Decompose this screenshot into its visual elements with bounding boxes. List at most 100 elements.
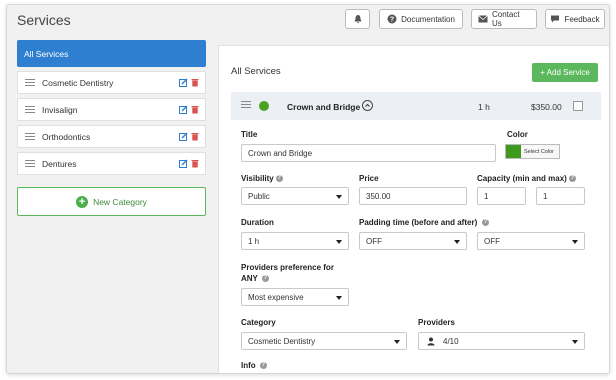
capacity-min-input[interactable]: 1 — [477, 187, 526, 205]
user-icon — [427, 337, 435, 346]
caret-down-icon — [572, 240, 578, 244]
drag-handle-icon[interactable] — [25, 106, 35, 113]
providers-select-value: 4/10 — [443, 336, 459, 346]
help-icon[interactable]: ? — [482, 219, 490, 227]
documentation-button[interactable]: ? Documentation — [379, 9, 463, 29]
service-checkbox[interactable] — [573, 101, 583, 111]
sidebar-item-dentures[interactable]: Dentures — [17, 152, 206, 175]
info-label: Info? — [241, 361, 267, 370]
help-icon[interactable]: ? — [259, 362, 267, 370]
sidebar-item-invisalign[interactable]: Invisalign — [17, 98, 206, 121]
caret-down-icon — [394, 340, 400, 344]
select-color-button[interactable]: Select Color — [505, 144, 560, 159]
visibility-select[interactable]: Public — [241, 187, 349, 205]
edit-icon[interactable] — [179, 78, 188, 89]
sidebar-item-label: All Services — [24, 48, 69, 59]
padding-time-label: Padding time (before and after)? — [359, 218, 490, 227]
category-select-value: Cosmetic Dentistry — [248, 336, 316, 346]
new-category-button[interactable]: + New Category — [17, 187, 206, 216]
caret-down-icon — [336, 240, 342, 244]
add-service-button[interactable]: + Add Service — [532, 63, 598, 82]
providers-preference-select[interactable]: Most expensive — [241, 288, 349, 306]
app-window: Services ? Documentation Contact Us Feed… — [6, 4, 610, 374]
help-icon[interactable]: ? — [275, 175, 283, 183]
add-service-label: + Add Service — [540, 68, 590, 77]
providers-label: Providers — [418, 318, 455, 327]
providers-select[interactable]: 4/10 — [418, 332, 585, 350]
services-panel: All Services + Add Service Crown and Bri… — [218, 45, 609, 373]
drag-handle-icon[interactable] — [25, 79, 35, 86]
notifications-button[interactable] — [345, 9, 370, 29]
trash-icon[interactable] — [191, 159, 199, 170]
price-input[interactable]: 350.00 — [359, 187, 467, 205]
capacity-max-value: 1 — [543, 191, 548, 201]
drag-handle-icon[interactable] — [241, 101, 251, 108]
visibility-label-text: Visibility — [241, 174, 274, 183]
sidebar-item-all-services[interactable]: All Services — [17, 40, 206, 67]
duration-select-value: 1 h — [248, 236, 260, 246]
capacity-max-input[interactable]: 1 — [536, 187, 585, 205]
caret-down-icon — [454, 240, 460, 244]
sidebar-item-label: Cosmetic Dentistry — [42, 77, 114, 88]
drag-handle-icon[interactable] — [25, 133, 35, 140]
contact-us-button[interactable]: Contact Us — [471, 9, 537, 29]
capacity-label: Capacity (min and max)? — [477, 174, 576, 183]
padding-before-select[interactable]: OFF — [359, 232, 467, 250]
visibility-select-value: Public — [248, 191, 270, 201]
color-label: Color — [507, 130, 528, 139]
sidebar-item-label: Dentures — [42, 158, 77, 169]
envelope-icon — [478, 14, 488, 24]
help-icon[interactable]: ? — [568, 175, 576, 183]
providers-preference-label-line1: Providers preference for — [241, 263, 334, 272]
capacity-min-value: 1 — [484, 191, 489, 201]
sidebar-item-label: Orthodontics — [42, 131, 91, 142]
title-label: Title — [241, 130, 258, 139]
service-price: $350.00 — [531, 102, 562, 112]
comment-icon — [550, 14, 560, 24]
sidebar-item-orthodontics[interactable]: Orthodontics — [17, 125, 206, 148]
service-color-dot — [259, 101, 269, 111]
caret-down-icon — [336, 195, 342, 199]
padding-time-label-text: Padding time (before and after) — [359, 218, 478, 227]
padding-before-value: OFF — [366, 236, 382, 246]
edit-icon[interactable] — [179, 132, 188, 143]
contact-us-label: Contact Us — [492, 10, 520, 28]
padding-after-value: OFF — [484, 236, 500, 246]
padding-after-select[interactable]: OFF — [477, 232, 585, 250]
feedback-button[interactable]: Feedback — [545, 9, 605, 29]
title-input-value: Crown and Bridge — [248, 148, 313, 158]
price-label: Price — [359, 174, 379, 183]
category-label: Category — [241, 318, 276, 327]
svg-text:?: ? — [390, 17, 394, 24]
page-title: Services — [17, 12, 71, 28]
help-icon[interactable]: ? — [261, 275, 269, 283]
edit-icon[interactable] — [179, 105, 188, 116]
question-circle-icon: ? — [387, 14, 397, 24]
color-swatch — [506, 145, 521, 158]
documentation-label: Documentation — [401, 14, 455, 24]
select-color-label: Select Color — [524, 148, 554, 155]
plus-circle-icon: + — [76, 195, 89, 208]
duration-select[interactable]: 1 h — [241, 232, 349, 250]
category-select[interactable]: Cosmetic Dentistry — [241, 332, 407, 350]
service-row-header[interactable]: Crown and Bridge 1 h $350.00 — [231, 92, 601, 120]
title-input[interactable]: Crown and Bridge — [241, 144, 496, 162]
edit-icon[interactable] — [179, 159, 188, 170]
info-label-text: Info — [241, 361, 256, 370]
duration-label: Duration — [241, 218, 274, 227]
new-category-label: New Category — [93, 196, 147, 207]
providers-preference-label: Providers preference for ANY? — [241, 262, 334, 284]
capacity-label-text: Capacity (min and max) — [477, 174, 567, 183]
sidebar-item-label: Invisalign — [42, 104, 78, 115]
trash-icon[interactable] — [191, 78, 199, 89]
service-name: Crown and Bridge — [287, 102, 361, 112]
caret-down-icon — [572, 340, 578, 344]
chevron-up-icon[interactable] — [362, 100, 373, 111]
providers-preference-label-line2: ANY — [241, 274, 258, 283]
trash-icon[interactable] — [191, 105, 199, 116]
trash-icon[interactable] — [191, 132, 199, 143]
panel-title: All Services — [231, 66, 281, 77]
drag-handle-icon[interactable] — [25, 160, 35, 167]
sidebar-item-cosmetic-dentistry[interactable]: Cosmetic Dentistry — [17, 71, 206, 94]
service-duration: 1 h — [478, 102, 490, 112]
